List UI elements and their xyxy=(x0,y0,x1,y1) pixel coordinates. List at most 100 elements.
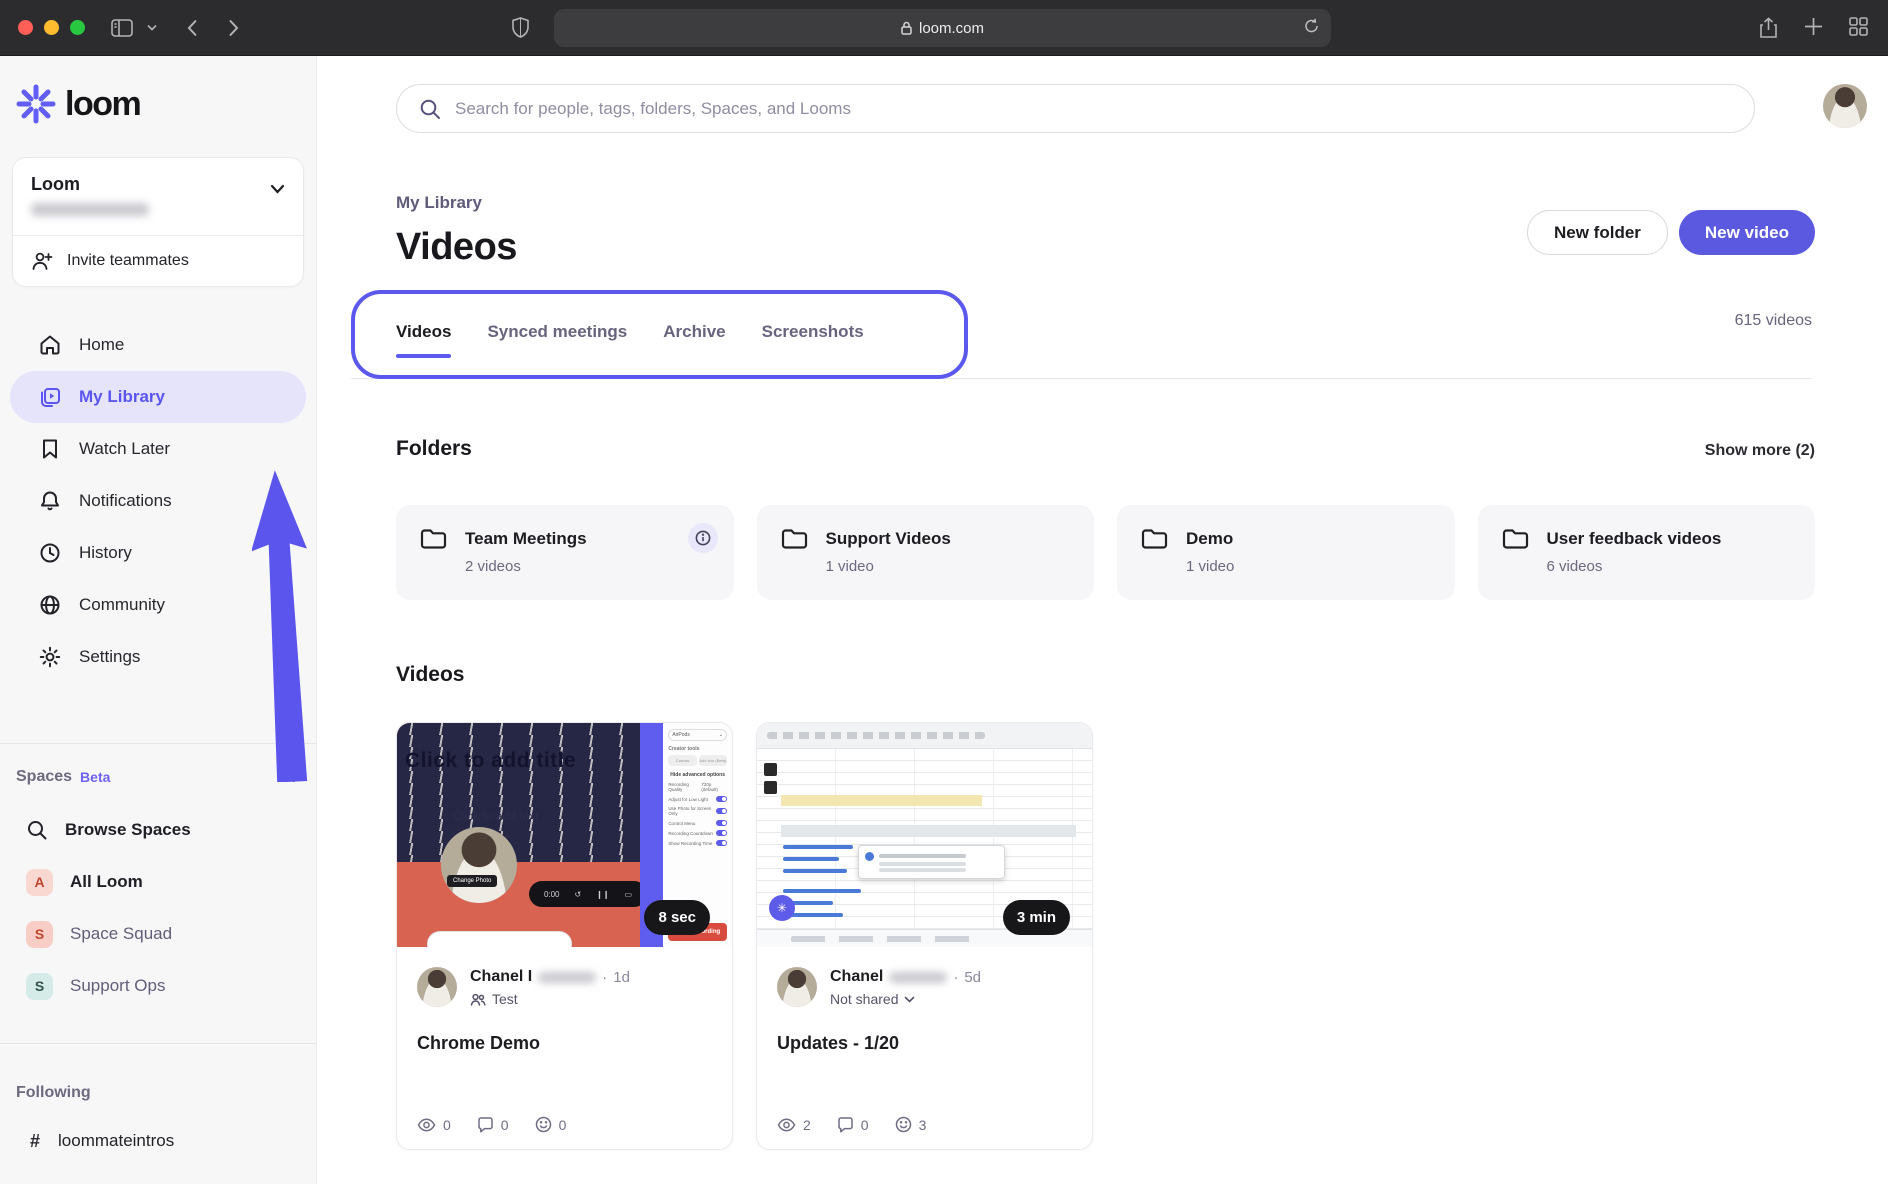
sidebar-toggle-icon[interactable] xyxy=(111,18,133,37)
tab-overview-icon[interactable] xyxy=(1849,16,1868,39)
reload-icon[interactable] xyxy=(1304,18,1319,34)
gear-icon xyxy=(38,645,62,669)
views-stat: 0 xyxy=(417,1117,451,1133)
posted-time: 5d xyxy=(964,968,982,986)
videos-section-title: Videos xyxy=(396,663,465,686)
forward-button[interactable] xyxy=(228,19,239,37)
loom-logo[interactable]: loom xyxy=(16,84,316,124)
folder-card-user-feedback[interactable]: User feedback videos 6 videos xyxy=(1477,505,1815,600)
meta-dot: · xyxy=(953,968,959,986)
avatar-image xyxy=(1823,84,1867,128)
video-title[interactable]: Updates - 1/20 xyxy=(777,1033,1072,1054)
home-icon xyxy=(38,333,62,357)
zoom-window-button[interactable] xyxy=(70,20,85,35)
following-section-title: Following xyxy=(16,1084,91,1101)
toggle-switch xyxy=(715,808,727,814)
space-label: All Loom xyxy=(70,872,143,891)
sidebar-item-home[interactable]: Home xyxy=(10,319,306,371)
workspace-switcher[interactable]: Loom xyxy=(13,158,303,235)
invite-teammates-button[interactable]: Invite teammates xyxy=(13,236,303,286)
user-avatar[interactable] xyxy=(1823,84,1867,128)
space-label: Space Squad xyxy=(70,924,173,943)
smiley-icon xyxy=(535,1116,551,1133)
back-button[interactable] xyxy=(187,19,198,37)
folder-icon xyxy=(420,529,447,549)
video-thumbnail[interactable]: Click to add title Click to add text Cha… xyxy=(397,723,732,947)
space-label: Browse Spaces xyxy=(65,820,191,839)
thumb-recorder-controls: 0:00 ↺ ❙❙ ▭ xyxy=(529,881,647,907)
thumb-sheet-popup xyxy=(857,845,1005,879)
share-icon[interactable] xyxy=(1759,16,1778,39)
global-search[interactable] xyxy=(396,84,1755,133)
workspace-card: Loom Invite teammates xyxy=(12,157,304,287)
views-count: 2 xyxy=(803,1116,811,1133)
comment-icon xyxy=(838,1116,853,1133)
sidebar-item-notifications[interactable]: Notifications xyxy=(10,475,306,527)
videos-grid: Click to add title Click to add text Cha… xyxy=(396,722,1815,1150)
share-status[interactable]: Test xyxy=(492,991,518,1007)
reactions-count: 3 xyxy=(918,1116,927,1133)
close-window-button[interactable] xyxy=(18,20,33,35)
quality-value: 720p (default) xyxy=(701,782,718,792)
sidebar-item-space-squad[interactable]: S Space Squad xyxy=(0,908,316,960)
sidebar-item-my-library[interactable]: My Library xyxy=(10,371,306,423)
video-card-updates[interactable]: ✳ 3 min Chanel · 5d Not shared Updates -… xyxy=(756,722,1093,1150)
beta-badge: Beta xyxy=(80,769,111,785)
folder-info-icon[interactable] xyxy=(687,523,718,553)
folder-card-team-meetings[interactable]: Team Meetings 2 videos xyxy=(396,505,734,600)
sidebar-item-label: Home xyxy=(79,335,125,354)
comments-count: 0 xyxy=(860,1116,869,1133)
library-tabs: Videos Synced meetings Archive Screensho… xyxy=(396,322,864,364)
folder-icon xyxy=(1502,529,1528,549)
canvas-chip: Canvas xyxy=(668,755,697,766)
tab-videos[interactable]: Videos xyxy=(396,322,452,364)
add-space-button[interactable]: + xyxy=(287,766,300,788)
sidebar-item-history[interactable]: History xyxy=(10,527,306,579)
duration-badge: 3 min xyxy=(1002,900,1070,935)
share-status[interactable]: Not shared xyxy=(830,991,898,1007)
folder-name: User feedback videos xyxy=(1546,529,1722,548)
tab-synced-meetings[interactable]: Synced meetings xyxy=(487,322,627,364)
posted-time: 1d xyxy=(613,968,630,986)
sidebar-item-settings[interactable]: Settings xyxy=(10,631,306,683)
privacy-shield-icon[interactable] xyxy=(512,17,529,38)
spaces-section-title: Spaces xyxy=(16,768,73,785)
hide-options-label: Hide advanced options xyxy=(670,772,726,778)
duration-badge: 8 sec xyxy=(644,900,710,935)
workspace-subtitle-redacted xyxy=(31,203,149,216)
tab-screenshots[interactable]: Screenshots xyxy=(762,322,864,364)
comment-icon xyxy=(478,1116,493,1133)
hash-icon: # xyxy=(30,1130,41,1151)
tab-archive[interactable]: Archive xyxy=(663,322,725,364)
new-folder-button[interactable]: New folder xyxy=(1527,210,1668,255)
sidebar-item-browse-spaces[interactable]: Browse Spaces xyxy=(0,804,316,856)
show-more-button[interactable]: Show more (2) xyxy=(1705,442,1815,460)
invite-teammates-label: Invite teammates xyxy=(67,252,189,269)
trash-icon: ▭ xyxy=(624,889,632,899)
clock-icon xyxy=(38,541,62,565)
tab-group-chevron-icon[interactable] xyxy=(147,24,157,31)
views-stat: 2 xyxy=(777,1117,811,1133)
owner-avatar[interactable] xyxy=(417,967,457,1007)
new-video-button[interactable]: New video xyxy=(1678,210,1815,255)
address-bar[interactable]: loom.com xyxy=(554,9,1331,47)
video-card-chrome-demo[interactable]: Click to add title Click to add text Cha… xyxy=(396,722,733,1150)
sidebar-item-all-loom[interactable]: A All Loom xyxy=(0,856,316,908)
sidebar-item-community[interactable]: Community xyxy=(10,579,306,631)
search-input[interactable] xyxy=(455,98,1732,119)
folder-card-support-videos[interactable]: Support Videos 1 video xyxy=(756,505,1094,600)
folder-card-demo[interactable]: Demo 1 video xyxy=(1117,505,1455,600)
owner-avatar[interactable] xyxy=(777,967,817,1007)
sidebar-item-watch-later[interactable]: Watch Later xyxy=(10,423,306,475)
new-tab-icon[interactable] xyxy=(1804,17,1823,39)
pause-icon: ❙❙ xyxy=(596,889,610,899)
sidebar-item-support-ops[interactable]: S Support Ops xyxy=(0,960,316,1012)
video-title[interactable]: Chrome Demo xyxy=(417,1033,712,1054)
minimize-window-button[interactable] xyxy=(44,20,59,35)
owner-name[interactable]: Chanel I xyxy=(470,968,532,986)
sidebar-item-loommateintros[interactable]: # loommateintros xyxy=(0,1116,316,1166)
video-thumbnail[interactable]: ✳ 3 min xyxy=(757,723,1092,947)
bell-icon xyxy=(38,489,62,513)
owner-name[interactable]: Chanel xyxy=(830,968,883,986)
thumb-toolbar-pill xyxy=(427,931,572,947)
